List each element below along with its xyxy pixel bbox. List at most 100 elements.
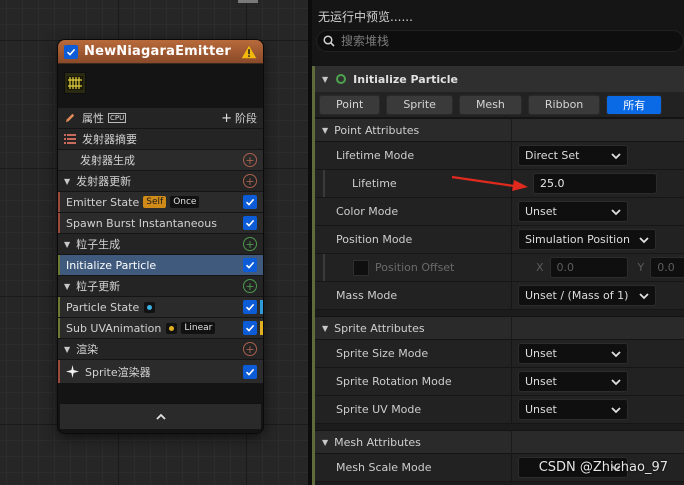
node-graph-canvas[interactable]: NewNiagaraEmitter 属性 CPU + 阶段 发射器摘要 发射器生… <box>0 0 308 485</box>
position-mode-dropdown[interactable]: Simulation Position <box>518 229 656 250</box>
module-row-spawn-burst[interactable]: Spawn Burst Instantaneous <box>58 213 263 234</box>
add-module-button[interactable]: + <box>243 237 257 251</box>
emitter-node-title: NewNiagaraEmitter <box>84 44 232 59</box>
prop-label: Sprite Size Mode <box>336 347 429 360</box>
color-mode-dropdown[interactable]: Unset <box>518 201 628 222</box>
module-row-sub-uv-animation[interactable]: Sub UVAnimation Linear <box>58 318 263 339</box>
stack-search-box[interactable] <box>316 30 684 52</box>
collapse-caret-icon[interactable]: ▼ <box>64 177 70 186</box>
prop-label: Position Mode <box>336 233 413 246</box>
list-icon <box>64 134 76 144</box>
emitter-thumbnail[interactable] <box>64 72 86 94</box>
emitter-node[interactable]: NewNiagaraEmitter 属性 CPU + 阶段 发射器摘要 发射器生… <box>58 40 263 433</box>
dropdown-value: Unset <box>525 205 557 218</box>
module-enabled-checkbox[interactable] <box>243 195 257 209</box>
module-header[interactable]: ▼ Initialize Particle <box>315 66 684 92</box>
prop-label: Lifetime Mode <box>336 149 415 162</box>
emitter-summary-label: 发射器摘要 <box>82 133 137 146</box>
prop-label: Sprite UV Mode <box>336 403 422 416</box>
dynamic-input-badge <box>144 301 156 313</box>
tab-ribbon[interactable]: Ribbon <box>527 94 601 115</box>
module-enabled-checkbox[interactable] <box>243 321 257 335</box>
renderer-row-sprite[interactable]: Sprite渲染器 <box>58 360 263 384</box>
prop-position-offset: Position Offset X 0.0 Y 0.0 <box>315 254 684 282</box>
collapse-caret-icon[interactable]: ▼ <box>64 240 70 249</box>
render-row[interactable]: ▼ 渲染 + <box>58 339 263 360</box>
add-module-button[interactable]: + <box>243 153 257 167</box>
module-enabled-checkbox[interactable] <box>243 216 257 230</box>
sprite-size-mode-dropdown[interactable]: Unset <box>518 343 628 364</box>
mode-badge: Linear <box>181 322 216 334</box>
x-axis-label: X <box>536 261 544 274</box>
position-offset-y-input[interactable]: 0.0 <box>650 257 684 278</box>
collapse-caret-icon[interactable]: ▼ <box>322 438 328 447</box>
module-status-bar <box>260 321 263 335</box>
category-label: Sprite Attributes <box>334 321 425 335</box>
search-icon <box>323 35 335 47</box>
cpu-sim-badge: CPU <box>108 113 127 123</box>
emitter-summary-row[interactable]: 发射器摘要 <box>58 129 263 150</box>
mass-mode-dropdown[interactable]: Unset / (Mass of 1) <box>518 285 656 306</box>
lifetime-input[interactable]: 25.0 <box>533 173 657 194</box>
prop-color-mode: Color Mode Unset <box>315 198 684 226</box>
stage-button[interactable]: + 阶段 <box>221 110 257 126</box>
emitter-spawn-label: 发射器生成 <box>80 154 135 167</box>
indent-bar <box>323 170 325 197</box>
mesh-attributes-header[interactable]: ▼ Mesh Attributes <box>315 430 684 454</box>
collapse-caret-icon[interactable]: ▼ <box>64 345 70 354</box>
emitter-node-header[interactable]: NewNiagaraEmitter <box>58 40 263 64</box>
module-row-initialize-particle[interactable]: Initialize Particle <box>58 255 263 276</box>
module-row-particle-state[interactable]: Particle State <box>58 297 263 318</box>
prop-lifetime-mode: Lifetime Mode Direct Set <box>315 142 684 170</box>
properties-label: 属性 <box>82 112 104 125</box>
add-renderer-button[interactable]: + <box>243 342 257 356</box>
tab-sprite[interactable]: Sprite <box>386 94 453 115</box>
search-input[interactable] <box>341 34 641 48</box>
point-attributes-header[interactable]: ▼ Point Attributes <box>315 118 684 142</box>
collapse-caret-icon[interactable]: ▼ <box>64 282 70 291</box>
collapse-node-button[interactable] <box>60 403 261 429</box>
chevron-down-icon <box>639 292 649 299</box>
add-module-button[interactable]: + <box>243 279 257 293</box>
chevron-down-icon <box>639 236 649 243</box>
module-status-ring-icon <box>336 74 347 84</box>
module-row-emitter-state[interactable]: Emitter State Self Once <box>58 192 263 213</box>
tab-mesh[interactable]: Mesh <box>458 94 522 115</box>
module-enabled-checkbox[interactable] <box>243 300 257 314</box>
prop-sprite-size-mode: Sprite Size Mode Unset <box>315 340 684 368</box>
selection-details-panel: 无运行中预览...... ▼ Initialize Particle Point… <box>312 0 684 485</box>
collapse-caret-icon[interactable]: ▼ <box>322 126 328 135</box>
particle-spawn-row[interactable]: ▼ 粒子生成 + <box>58 234 263 255</box>
chevron-down-icon <box>611 152 621 159</box>
position-offset-checkbox[interactable] <box>353 259 369 276</box>
module-enabled-checkbox[interactable] <box>243 258 257 272</box>
properties-row[interactable]: 属性 CPU + 阶段 <box>58 108 263 129</box>
position-offset-x-input[interactable]: 0.0 <box>549 257 628 278</box>
group-edge <box>58 297 60 317</box>
collapse-caret-icon[interactable]: ▼ <box>322 75 328 84</box>
sprite-uv-mode-dropdown[interactable]: Unset <box>518 399 628 420</box>
lifetime-mode-dropdown[interactable]: Direct Set <box>518 145 628 166</box>
offscreen-node-edge <box>238 0 258 3</box>
emitter-update-row[interactable]: ▼ 发射器更新 + <box>58 171 263 192</box>
module-enabled-checkbox[interactable] <box>243 364 257 379</box>
sprite-attributes-header[interactable]: ▼ Sprite Attributes <box>315 316 684 340</box>
prop-position-mode: Position Mode Simulation Position <box>315 226 684 254</box>
particle-spawn-label: 粒子生成 <box>76 238 121 251</box>
watermark: CSDN @Zhichao_97 <box>538 460 668 475</box>
tab-point[interactable]: Point <box>319 94 381 115</box>
tab-all[interactable]: 所有 <box>606 94 663 115</box>
add-module-button[interactable]: + <box>243 174 257 188</box>
emitter-preview-icon <box>67 76 83 90</box>
dropdown-value: Unset <box>525 347 557 360</box>
emitter-spawn-row[interactable]: 发射器生成 + <box>58 150 263 171</box>
particle-update-row[interactable]: ▼ 粒子更新 + <box>58 276 263 297</box>
collapse-caret-icon[interactable]: ▼ <box>322 324 328 333</box>
dropdown-value: Direct Set <box>525 149 580 162</box>
emitter-enabled-checkbox[interactable] <box>64 44 78 59</box>
sprite-rotation-mode-dropdown[interactable]: Unset <box>518 371 628 392</box>
module-title: Initialize Particle <box>353 72 458 86</box>
warning-icon[interactable] <box>241 45 257 59</box>
module-label: Spawn Burst Instantaneous <box>66 216 217 230</box>
prop-label: Sprite Rotation Mode <box>336 375 452 388</box>
